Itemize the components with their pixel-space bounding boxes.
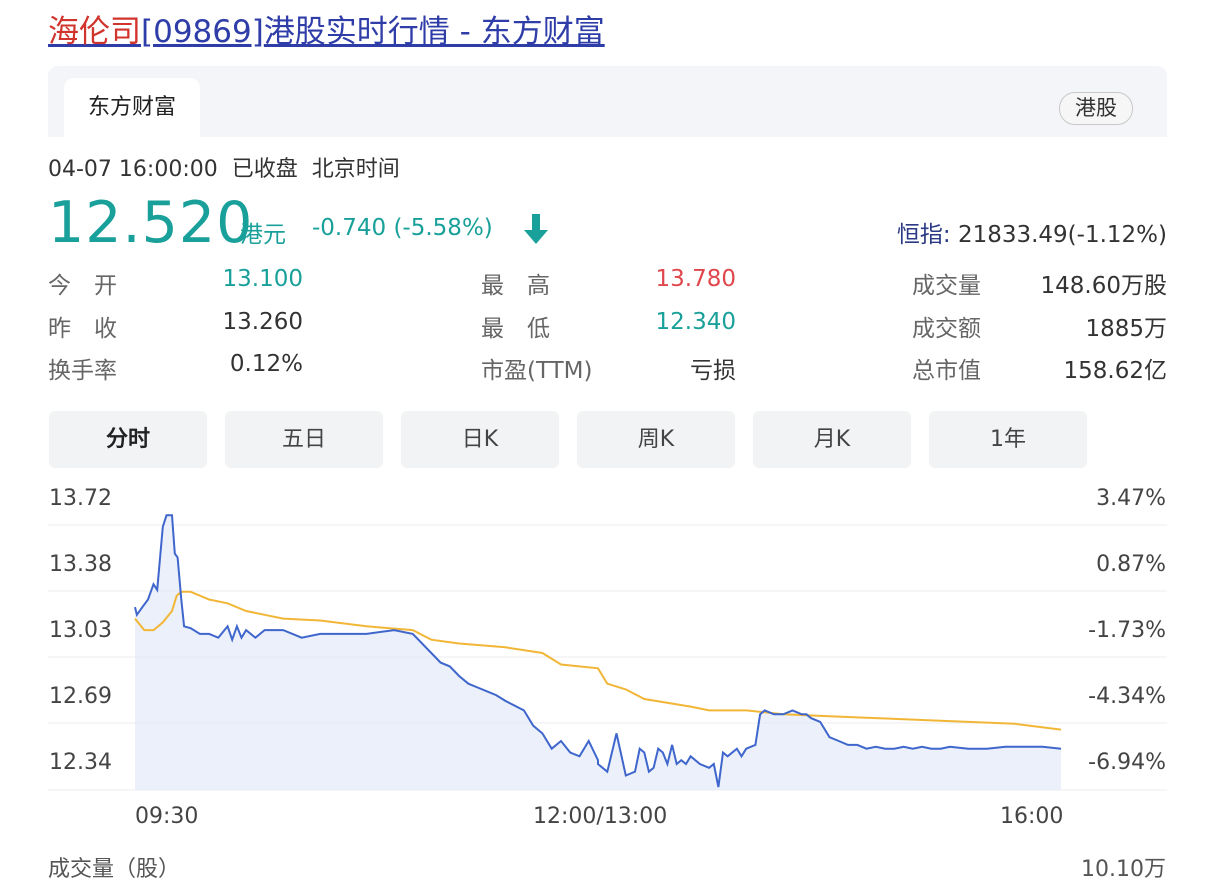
y-tick-left: 13.72 [49, 486, 112, 511]
current-price: 12.520 [48, 190, 254, 256]
hsi-value: 21833.49(-1.12%) [957, 222, 1167, 248]
x-tick: 12:00/13:00 [533, 804, 668, 829]
avg-price-line [134, 590, 1062, 731]
y-tick-right: 0.87% [1096, 552, 1166, 577]
page-title[interactable]: 海伦司[09869]港股实时行情 - 东方财富 [48, 10, 605, 54]
stock-name-link[interactable]: 海伦司[09869]港股实时行情 - 东方财富 [48, 14, 605, 50]
tab-monthly-k[interactable]: 月K [753, 411, 911, 468]
open-value: 13.100 [222, 266, 303, 292]
mkt-cap-label: 总市值 [912, 358, 981, 384]
currency-label: 港元 [240, 222, 286, 248]
tab-daily-k[interactable]: 日K [401, 411, 559, 468]
turnover-rate-label: 换手率 [48, 358, 117, 384]
prev-close-label: 昨 收 [48, 316, 117, 342]
timezone-label: 北京时间 [311, 157, 400, 182]
tab-one-year[interactable]: 1年 [929, 411, 1087, 468]
price-change: -0.740 (-5.58%) [312, 215, 493, 241]
prev-close-value: 13.260 [222, 309, 303, 335]
tab-eastmoney[interactable]: 东方财富 [64, 78, 200, 137]
market-status: 已收盘 [231, 157, 298, 182]
tab-weekly-k[interactable]: 周K [577, 411, 735, 468]
down-arrow-icon [522, 212, 550, 250]
low-value: 12.340 [655, 309, 736, 335]
low-label: 最 低 [481, 316, 550, 342]
y-tick-right: -1.73% [1088, 618, 1166, 643]
price-area [135, 515, 1061, 790]
x-tick: 16:00 [1000, 804, 1064, 829]
price-line [134, 514, 1062, 788]
pe-label: 市盈(TTM) [481, 358, 593, 384]
volume-label: 成交量 [912, 273, 981, 299]
volume-max-value: 10.10万 [1081, 857, 1166, 882]
x-tick: 09:30 [135, 804, 199, 829]
y-tick-left: 13.38 [49, 552, 112, 577]
y-tick-right: -4.34% [1088, 684, 1166, 709]
tab-five-day[interactable]: 五日 [225, 411, 383, 468]
mkt-cap-value: 158.62亿 [1063, 358, 1167, 384]
amount-value: 1885万 [1085, 316, 1167, 342]
open-label: 今 开 [48, 273, 117, 299]
y-tick-left: 12.34 [49, 750, 112, 775]
volume-axis-label: 成交量（股） [48, 857, 181, 882]
y-tick-left: 12.69 [49, 684, 112, 709]
volume-value: 148.60万股 [1040, 273, 1167, 299]
y-tick-left: 13.03 [49, 618, 112, 643]
quote-date: 04-07 16:00:00 [48, 157, 218, 182]
amount-label: 成交额 [912, 316, 981, 342]
high-value: 13.780 [655, 266, 736, 292]
tab-intraday[interactable]: 分时 [49, 411, 207, 468]
quote-meta: 04-07 16:00:00 已收盘 北京时间 [48, 155, 414, 185]
market-badge[interactable]: 港股 [1059, 92, 1133, 125]
hsi-index[interactable]: 恒指: 21833.49(-1.12%) [897, 215, 1167, 249]
pe-value: 亏损 [690, 358, 736, 384]
hsi-label: 恒指: [896, 222, 951, 248]
y-tick-right: -6.94% [1088, 750, 1166, 775]
turnover-rate-value: 0.12% [229, 351, 303, 377]
y-tick-right: 3.47% [1096, 486, 1166, 511]
source-tab-bar: 东方财富 港股 [48, 66, 1167, 137]
high-label: 最 高 [481, 273, 550, 299]
